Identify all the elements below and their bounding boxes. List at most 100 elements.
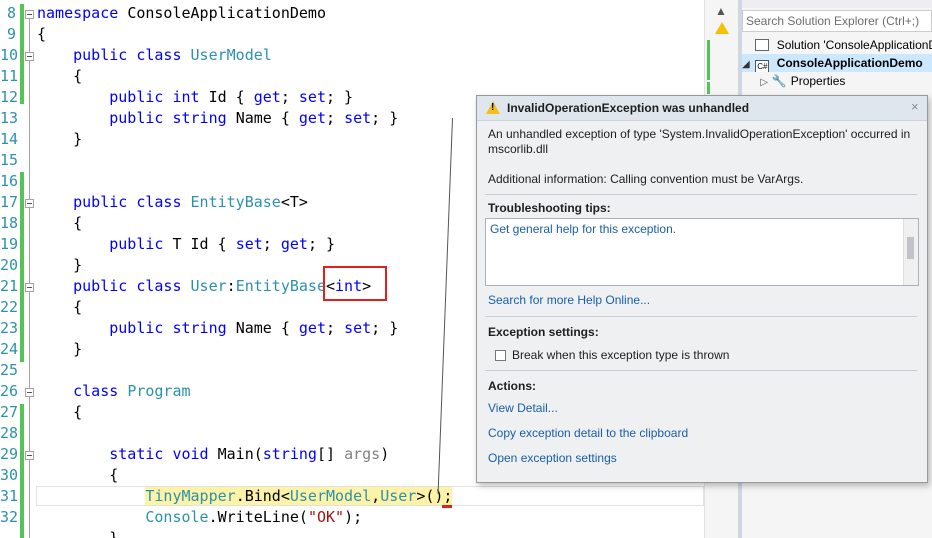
code-line[interactable]: static void Main(string[] args)	[37, 444, 389, 465]
code-token: get	[253, 88, 281, 106]
tips-scrollbar[interactable]	[903, 219, 918, 285]
line-number: 22	[0, 298, 19, 316]
code-token: Main(	[217, 445, 263, 463]
divider	[485, 194, 917, 195]
code-token: static void	[37, 445, 218, 463]
code-token: EntityBase	[235, 277, 326, 295]
code-line[interactable]: public class User:EntityBase<int>	[37, 276, 371, 297]
code-token: Id {	[208, 88, 254, 106]
code-line[interactable]: public T Id { set; get; }	[37, 234, 335, 255]
code-token: []	[316, 445, 345, 463]
code-line[interactable]: public class EntityBase<T>	[37, 192, 308, 213]
code-line[interactable]: public string Name { get; set; }	[37, 108, 398, 129]
code-token: set	[235, 235, 263, 253]
code-line[interactable]: {	[37, 24, 46, 45]
code-line[interactable]: }	[37, 528, 118, 538]
scrollbar-thumb[interactable]	[907, 237, 914, 259]
code-line[interactable]: }	[37, 255, 82, 276]
code-token: class	[37, 382, 128, 400]
code-token: public	[37, 235, 173, 253]
line-number: 21	[0, 277, 19, 295]
code-token: Program	[127, 382, 191, 400]
code-token: )	[380, 445, 390, 463]
additional-info: Additional information: Calling conventi…	[488, 172, 804, 186]
code-token: UserModel	[190, 46, 272, 64]
code-token: User	[190, 277, 227, 295]
search-help-online-link[interactable]: Search for more Help Online...	[488, 293, 650, 307]
code-line[interactable]: }	[37, 129, 82, 150]
code-line[interactable]: public class UserModel	[37, 45, 272, 66]
scrollbar-change-marker	[707, 40, 710, 80]
line-number: 30	[0, 466, 19, 484]
code-token: }	[37, 340, 83, 358]
code-token: get	[298, 319, 326, 337]
exception-helper-popup: InvalidOperationException was unhandled …	[476, 95, 928, 483]
fold-toggle-program[interactable]	[25, 388, 34, 397]
code-line[interactable]: public string Name { get; set; }	[37, 318, 398, 339]
tree-item-properties[interactable]: ▷ 🔧 Properties	[742, 72, 932, 90]
tips-heading: Troubleshooting tips:	[488, 201, 611, 215]
collapsed-arrow-icon[interactable]: ▷	[742, 74, 768, 90]
code-line[interactable]: {	[37, 297, 82, 318]
line-number: 25	[0, 361, 19, 379]
warning-marker-icon[interactable]	[715, 22, 729, 34]
code-token: T Id {	[172, 235, 236, 253]
change-indicator	[20, 172, 24, 362]
break-on-exception-checkbox[interactable]	[495, 350, 506, 361]
tree-item-solution[interactable]: Solution 'ConsoleApplicationD	[742, 36, 932, 54]
code-token: .WriteLine(	[208, 508, 308, 526]
code-token: get	[280, 235, 308, 253]
tip-link[interactable]: Get general help for this exception.	[490, 222, 676, 236]
fold-toggle-user[interactable]	[25, 283, 34, 292]
troubleshooting-tips-list[interactable]: Get general help for this exception.	[485, 218, 919, 286]
code-line[interactable]: {	[37, 465, 118, 486]
line-number: 29	[0, 445, 19, 463]
code-token: public string	[37, 319, 236, 337]
fold-toggle-usermodel[interactable]	[25, 52, 34, 61]
code-line[interactable]: namespace ConsoleApplicationDemo	[37, 3, 326, 24]
expanded-arrow-icon[interactable]: ◢	[742, 56, 752, 72]
fold-toggle-entitybase[interactable]	[25, 199, 34, 208]
line-number: 14	[0, 130, 19, 148]
code-line[interactable]: }	[37, 339, 82, 360]
code-token: get	[298, 109, 326, 127]
tree-item-project[interactable]: ◢ C# ConsoleApplicationDemo	[742, 54, 932, 72]
code-line[interactable]: public int Id { get; set; }	[37, 87, 353, 108]
code-token: public class	[37, 46, 191, 64]
fold-toggle-main[interactable]	[25, 451, 34, 460]
code-token: {	[37, 298, 83, 316]
change-indicator	[20, 4, 24, 104]
line-number: 8	[6, 4, 16, 22]
settings-heading: Exception settings:	[488, 325, 599, 339]
code-line[interactable]: {	[37, 402, 82, 423]
tree-item-label: Solution 'ConsoleApplicationD	[776, 38, 932, 52]
code-token: }	[37, 529, 119, 538]
close-icon[interactable]: ×	[911, 99, 919, 114]
solution-search-input[interactable]: Search Solution Explorer (Ctrl+;)	[742, 10, 932, 32]
code-token: ConsoleApplicationDemo	[127, 4, 326, 22]
code-line[interactable]: {	[37, 66, 82, 87]
checkbox-label[interactable]: Break when this exception type is thrown	[512, 348, 729, 363]
code-token: string	[262, 445, 317, 463]
code-line[interactable]: class Program	[37, 381, 191, 402]
code-token: args	[344, 445, 381, 463]
code-token: ;	[280, 88, 299, 106]
line-number: 16	[0, 172, 19, 190]
line-number: 18	[0, 214, 19, 232]
code-token: :	[226, 277, 236, 295]
scroll-up-arrow-icon[interactable]: ▲	[715, 4, 727, 18]
view-detail-link[interactable]: View Detail...	[488, 401, 558, 415]
code-token: public int	[37, 88, 209, 106]
fold-toggle-namespace[interactable]	[25, 10, 34, 19]
code-token: {	[37, 403, 83, 421]
code-token: }	[37, 256, 83, 274]
popup-header: InvalidOperationException was unhandled …	[477, 96, 927, 121]
open-exception-settings-link[interactable]: Open exception settings	[488, 451, 617, 465]
tree-item-label: Properties	[790, 74, 846, 88]
copy-detail-link[interactable]: Copy exception detail to the clipboard	[488, 426, 688, 440]
code-token: ;	[326, 319, 345, 337]
code-line[interactable]: Console.WriteLine("OK");	[37, 507, 362, 528]
code-token: Name {	[235, 109, 299, 127]
code-line[interactable]: {	[37, 213, 82, 234]
line-number: 32	[0, 508, 19, 526]
